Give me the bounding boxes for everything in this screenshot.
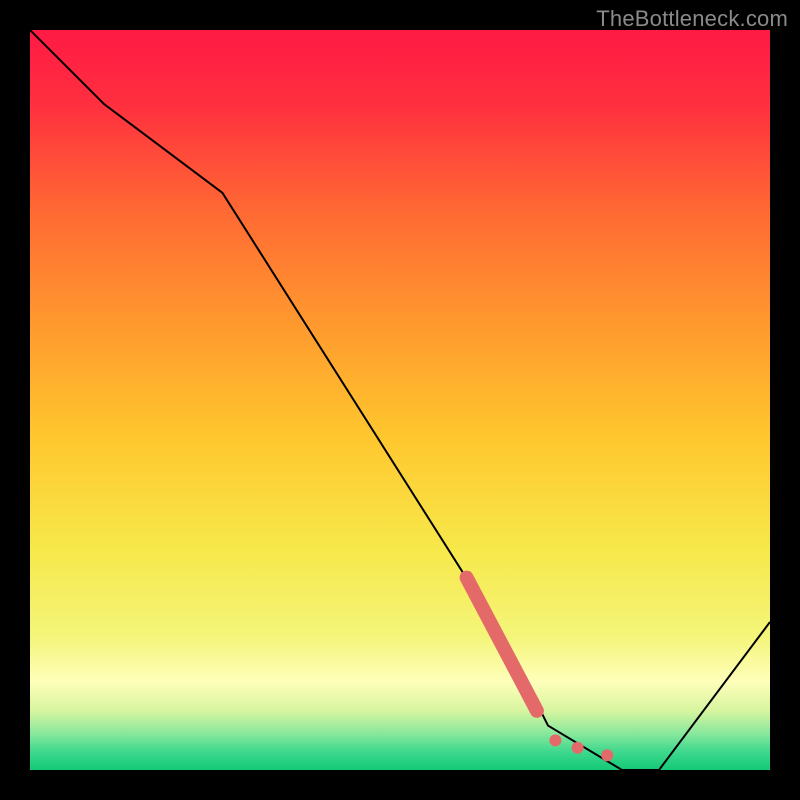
watermark-text: TheBottleneck.com: [596, 6, 788, 32]
highlight-dot: [549, 734, 561, 746]
gradient-background: [30, 30, 770, 770]
chart-container: TheBottleneck.com: [0, 0, 800, 800]
chart-plot: [30, 30, 770, 770]
highlight-dot: [572, 742, 584, 754]
highlight-dot: [601, 749, 613, 761]
